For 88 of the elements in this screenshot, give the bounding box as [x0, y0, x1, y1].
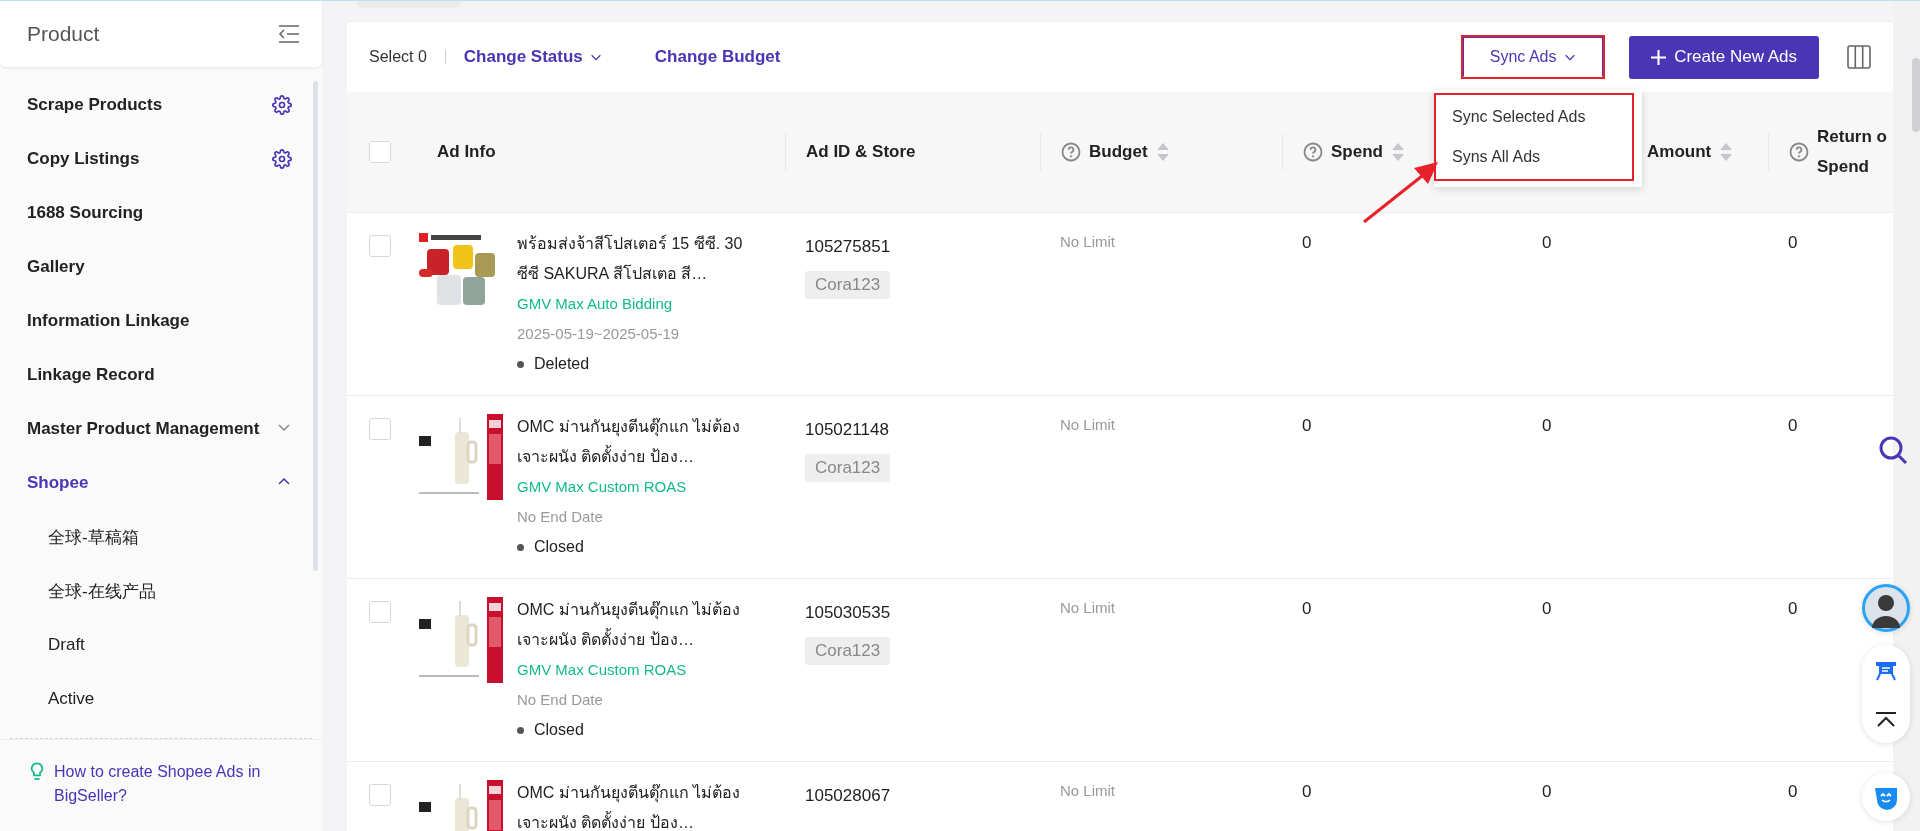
settings-icon[interactable] — [272, 95, 292, 115]
store-tag: Cora123 — [805, 454, 891, 482]
page-tab[interactable] — [357, 1, 461, 8]
table-cell: 0 — [1788, 416, 1798, 435]
store-tag: Cora123 — [805, 637, 891, 665]
sidebar-item[interactable]: Scrape Products — [0, 78, 322, 132]
table-cell: 0 — [1788, 782, 1798, 801]
sidebar-subitem[interactable]: Draft — [0, 618, 322, 672]
sidebar-subitem[interactable]: Active — [0, 672, 322, 726]
table-cell: 0 — [1542, 599, 1552, 618]
ad-id: 105028067 — [805, 785, 892, 807]
ad-status: Deleted — [534, 354, 590, 374]
scrollbar-thumb[interactable] — [1912, 58, 1920, 132]
table-cell: 0 — [1302, 599, 1312, 618]
sort-icon[interactable] — [1719, 142, 1734, 162]
table-cell: No Limit — [1060, 782, 1115, 799]
dropdown-option[interactable]: Syns All Ads — [1436, 137, 1632, 177]
back-to-top-icon[interactable] — [1875, 711, 1897, 729]
bidding-type: GMV Max Custom ROAS — [517, 660, 688, 680]
help-icon — [1061, 142, 1081, 162]
ad-id: 105030535 — [805, 602, 892, 624]
sidebar-subitem[interactable]: 全球-在线产品 — [0, 564, 322, 618]
ad-id: 105275851 — [805, 236, 892, 258]
sidebar-item[interactable]: 1688 Sourcing — [0, 186, 322, 240]
settings-icon[interactable] — [272, 149, 292, 169]
bidding-type: GMV Max Custom ROAS — [517, 477, 688, 497]
bidding-type: GMV Max Auto Bidding — [517, 294, 674, 314]
scrollbar-thumb[interactable] — [313, 81, 318, 571]
ad-status: Closed — [534, 720, 584, 740]
table-cell: No Limit — [1060, 233, 1115, 250]
sidebar-title: Product — [27, 22, 100, 46]
ad-id: 105021148 — [805, 419, 890, 441]
collapse-menu-icon[interactable] — [278, 25, 300, 43]
help-icon — [1303, 142, 1323, 162]
ad-date: No End Date — [517, 690, 604, 710]
column-header: Return o Spend — [1817, 126, 1887, 178]
sidebar-item[interactable]: Gallery — [0, 240, 322, 294]
column-header: Budget — [1089, 141, 1148, 163]
sort-icon[interactable] — [1155, 142, 1170, 162]
dropdown-option[interactable]: Sync Selected Ads — [1436, 97, 1632, 137]
chat-board-icon[interactable] — [1874, 659, 1898, 683]
sort-icon[interactable] — [1390, 142, 1405, 162]
ad-title: OMC ม่านกันยุงตีนตุ๊กแก ไม่ต้องเจาะผนัง ติดตั้งง่าย ป้อง… — [517, 783, 742, 831]
checkbox[interactable] — [369, 418, 391, 440]
table-cell: 0 — [1302, 416, 1312, 435]
sync-ads-dropdown[interactable]: Sync Ads — [1463, 37, 1604, 77]
table-cell: 0 — [1788, 233, 1798, 252]
column-header: Ad Info — [437, 141, 496, 163]
status-dot — [517, 543, 524, 551]
sidebar-item[interactable]: Master Product Management — [0, 402, 322, 456]
checkbox[interactable] — [369, 784, 391, 806]
status-dot — [517, 360, 524, 368]
column-header: Ad ID & Store — [806, 141, 916, 163]
table-cell: 0 — [1788, 599, 1798, 618]
help-link[interactable]: How to create Shopee Ads in BigSeller? — [54, 760, 302, 808]
create-new-ads-button[interactable]: Create New Ads — [1629, 35, 1819, 79]
ad-title: OMC ม่านกันยุงตีนตุ๊กแก ไม่ต้องเจาะผนัง ติดตั้งง่าย ป้อง… — [517, 600, 742, 650]
help-icon — [1789, 142, 1809, 162]
plus-icon — [1651, 49, 1667, 65]
table-cell: No Limit — [1060, 599, 1115, 616]
store-tag: Cora123 — [805, 271, 891, 299]
sidebar-subitem[interactable]: 全球-草稿箱 — [0, 510, 322, 564]
table-cell: 0 — [1542, 416, 1552, 435]
checkbox[interactable] — [369, 235, 391, 257]
table-cell: No Limit — [1060, 416, 1115, 433]
sidebar-item[interactable]: Shopee — [0, 456, 322, 510]
ad-status: Closed — [534, 537, 584, 557]
checkbox[interactable] — [369, 601, 391, 623]
table-cell: 0 — [1302, 233, 1312, 252]
ad-title: พร้อมส่งจ้าสีโปสเตอร์ 15 ซีซี. 30 ซีซี SAKURA สีโปสเตอ สี… — [517, 233, 744, 284]
ad-date: No End Date — [517, 507, 604, 527]
search-icon[interactable] — [1878, 435, 1908, 465]
change-status-dropdown[interactable]: Change Status — [463, 47, 603, 67]
checkbox[interactable] — [369, 141, 391, 163]
ad-title: OMC ม่านกันยุงตีนตุ๊กแก ไม่ต้องเจาะผนัง ติดตั้งง่าย ป้อง… — [517, 417, 742, 467]
sidebar-item[interactable]: Information Linkage — [0, 294, 322, 348]
change-budget-button[interactable]: Change Budget — [654, 47, 781, 67]
selection-count: Select 0 — [369, 48, 427, 66]
columns-icon[interactable] — [1847, 45, 1871, 69]
column-header: Amount — [1647, 141, 1712, 163]
sidebar-item[interactable]: Linkage Record — [0, 348, 322, 402]
table-cell: 0 — [1542, 233, 1552, 252]
table-cell: 0 — [1302, 782, 1312, 801]
status-dot — [517, 726, 524, 734]
column-header: Spend — [1331, 141, 1383, 163]
ad-date: 2025-05-19~2025-05-19 — [517, 324, 681, 344]
table-cell: 0 — [1542, 782, 1552, 801]
sidebar-item[interactable]: Copy Listings — [0, 132, 322, 186]
